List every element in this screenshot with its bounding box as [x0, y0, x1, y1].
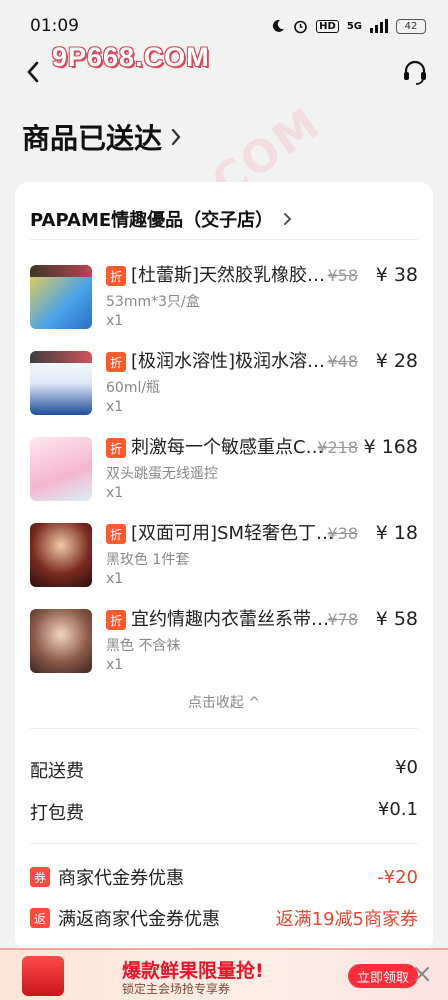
coupon-label: 满返商家代金券优惠 [58, 909, 220, 930]
coupon-label: 商家代金券优惠 [58, 868, 184, 889]
original-price: ¥78 [327, 610, 358, 629]
product-spec: 黑玫色 1件套 [106, 552, 190, 568]
red-packet-icon [22, 956, 64, 996]
divider [30, 239, 418, 240]
product-quantity: x1 [106, 485, 124, 501]
divider [30, 728, 418, 729]
coupon-value: -¥20 [377, 866, 418, 888]
back-button[interactable] [18, 57, 48, 87]
signal-icon [370, 19, 388, 33]
original-price: ¥218 [317, 438, 358, 457]
product-name: [极润水溶性]极润水溶性润滑液 [131, 351, 337, 372]
current-price: ¥ 168 [363, 436, 418, 458]
product-spec: 黑色 不含袜 [106, 638, 181, 654]
promo-banner[interactable]: 爆款鲜果限量抢! 锁定主会场抢专享券 立即领取 [0, 948, 448, 1000]
cashback-icon: 返 [30, 908, 50, 928]
merchant-coupon-row[interactable]: 券 商家代金券优惠 -¥20 [30, 864, 418, 890]
product-image [30, 437, 92, 501]
product-name: [杜蕾斯]天然胶乳橡胶避孕套 [131, 265, 337, 286]
product-quantity: x1 [106, 657, 124, 673]
shop-link[interactable]: PAPAME情趣優品（交子店） [30, 198, 418, 240]
chevron-right-icon [284, 213, 292, 225]
packing-fee-row: 打包费 ¥0.1 [30, 799, 418, 825]
discount-badge: 折 [106, 524, 126, 544]
delivery-fee-row: 配送费 ¥0 [30, 757, 418, 783]
product-image [30, 265, 92, 329]
product-item[interactable]: 折 刺激每一个敏感重点C位跳蛋 ¥218 ¥ 168 双头跳蛋无线遥控 x1 [30, 436, 418, 503]
discount-badge: 折 [106, 266, 126, 286]
status-time: 01:09 [30, 16, 79, 36]
order-card: PAPAME情趣優品（交子店） 折 [杜蕾斯]天然胶乳橡胶避孕套 ¥58 ¥ 3… [15, 182, 433, 952]
product-image [30, 523, 92, 587]
current-price: ¥ 28 [375, 350, 418, 372]
moon-icon [273, 19, 285, 32]
hd-badge: HD [316, 19, 339, 33]
banner-subtitle: 锁定主会场抢专享券 [122, 982, 231, 996]
product-spec: 双头跳蛋无线遥控 [106, 466, 218, 482]
headset-icon [404, 60, 426, 85]
close-icon [415, 967, 429, 981]
divider [30, 843, 418, 844]
product-item[interactable]: 折 [双面可用]SM轻奢色丁布眼罩 ¥38 ¥ 18 黑玫色 1件套 x1 [30, 522, 418, 589]
product-image [30, 351, 92, 415]
product-quantity: x1 [106, 571, 124, 587]
product-item[interactable]: 折 [杜蕾斯]天然胶乳橡胶避孕套 ¥58 ¥ 38 53mm*3只/盒 x1 [30, 264, 418, 331]
coupon-icon: 券 [30, 867, 50, 887]
chevron-left-icon [27, 61, 39, 83]
fee-value: ¥0 [395, 757, 418, 778]
product-item[interactable]: 折 宜约情趣内衣蕾丝系带挂脖连体 ¥78 ¥ 58 黑色 不含袜 x1 [30, 608, 418, 675]
product-name: 刺激每一个敏感重点C位跳蛋 [131, 437, 337, 458]
claim-label: 立即领取 [357, 970, 410, 986]
product-spec: 53mm*3只/盒 [106, 294, 200, 310]
battery-level: 42 [404, 20, 418, 32]
watermark-text: 9P668.COM [52, 42, 210, 72]
chevron-right-icon [171, 128, 181, 146]
delivery-status-title[interactable]: 商品已送达 [22, 117, 182, 157]
fee-value: ¥0.1 [377, 799, 418, 820]
current-price: ¥ 38 [375, 264, 418, 286]
collapse-toggle[interactable]: 点击收起 ^ [15, 692, 433, 712]
original-price: ¥48 [327, 352, 358, 371]
original-price: ¥38 [327, 524, 358, 543]
collapse-label: 点击收起 ^ [187, 695, 261, 711]
product-image [30, 609, 92, 673]
coupon-value: 返满19减5商家券 [275, 909, 418, 930]
claim-button[interactable]: 立即领取 [348, 964, 419, 988]
current-price: ¥ 58 [375, 608, 418, 630]
discount-badge: 折 [106, 352, 126, 372]
fee-label: 打包费 [30, 803, 84, 824]
cashback-coupon-row[interactable]: 返 满返商家代金券优惠 返满19减5商家券 [30, 905, 418, 931]
original-price: ¥58 [327, 266, 358, 285]
alarm-icon [294, 20, 307, 33]
discount-badge: 折 [106, 438, 126, 458]
product-quantity: x1 [106, 313, 124, 329]
product-item[interactable]: 折 [极润水溶性]极润水溶性润滑液 ¥48 ¥ 28 60ml/瓶 x1 [30, 350, 418, 417]
status-icons: HD 5G 42 [271, 18, 426, 34]
shop-name: PAPAME情趣優品（交子店） [30, 210, 274, 231]
banner-close-button[interactable] [412, 964, 432, 984]
network-label: 5G [346, 20, 362, 32]
fee-label: 配送费 [30, 761, 84, 782]
customer-service-button[interactable] [400, 57, 430, 87]
product-quantity: x1 [106, 399, 124, 415]
battery-icon: 42 [396, 18, 426, 34]
product-name: [双面可用]SM轻奢色丁布眼罩 [131, 523, 337, 544]
discount-badge: 折 [106, 610, 126, 630]
current-price: ¥ 18 [375, 522, 418, 544]
banner-title: 爆款鲜果限量抢! [122, 960, 264, 982]
product-spec: 60ml/瓶 [106, 380, 161, 396]
page-title: 商品已送达 [22, 122, 163, 155]
product-name: 宜约情趣内衣蕾丝系带挂脖连体 [131, 609, 337, 630]
